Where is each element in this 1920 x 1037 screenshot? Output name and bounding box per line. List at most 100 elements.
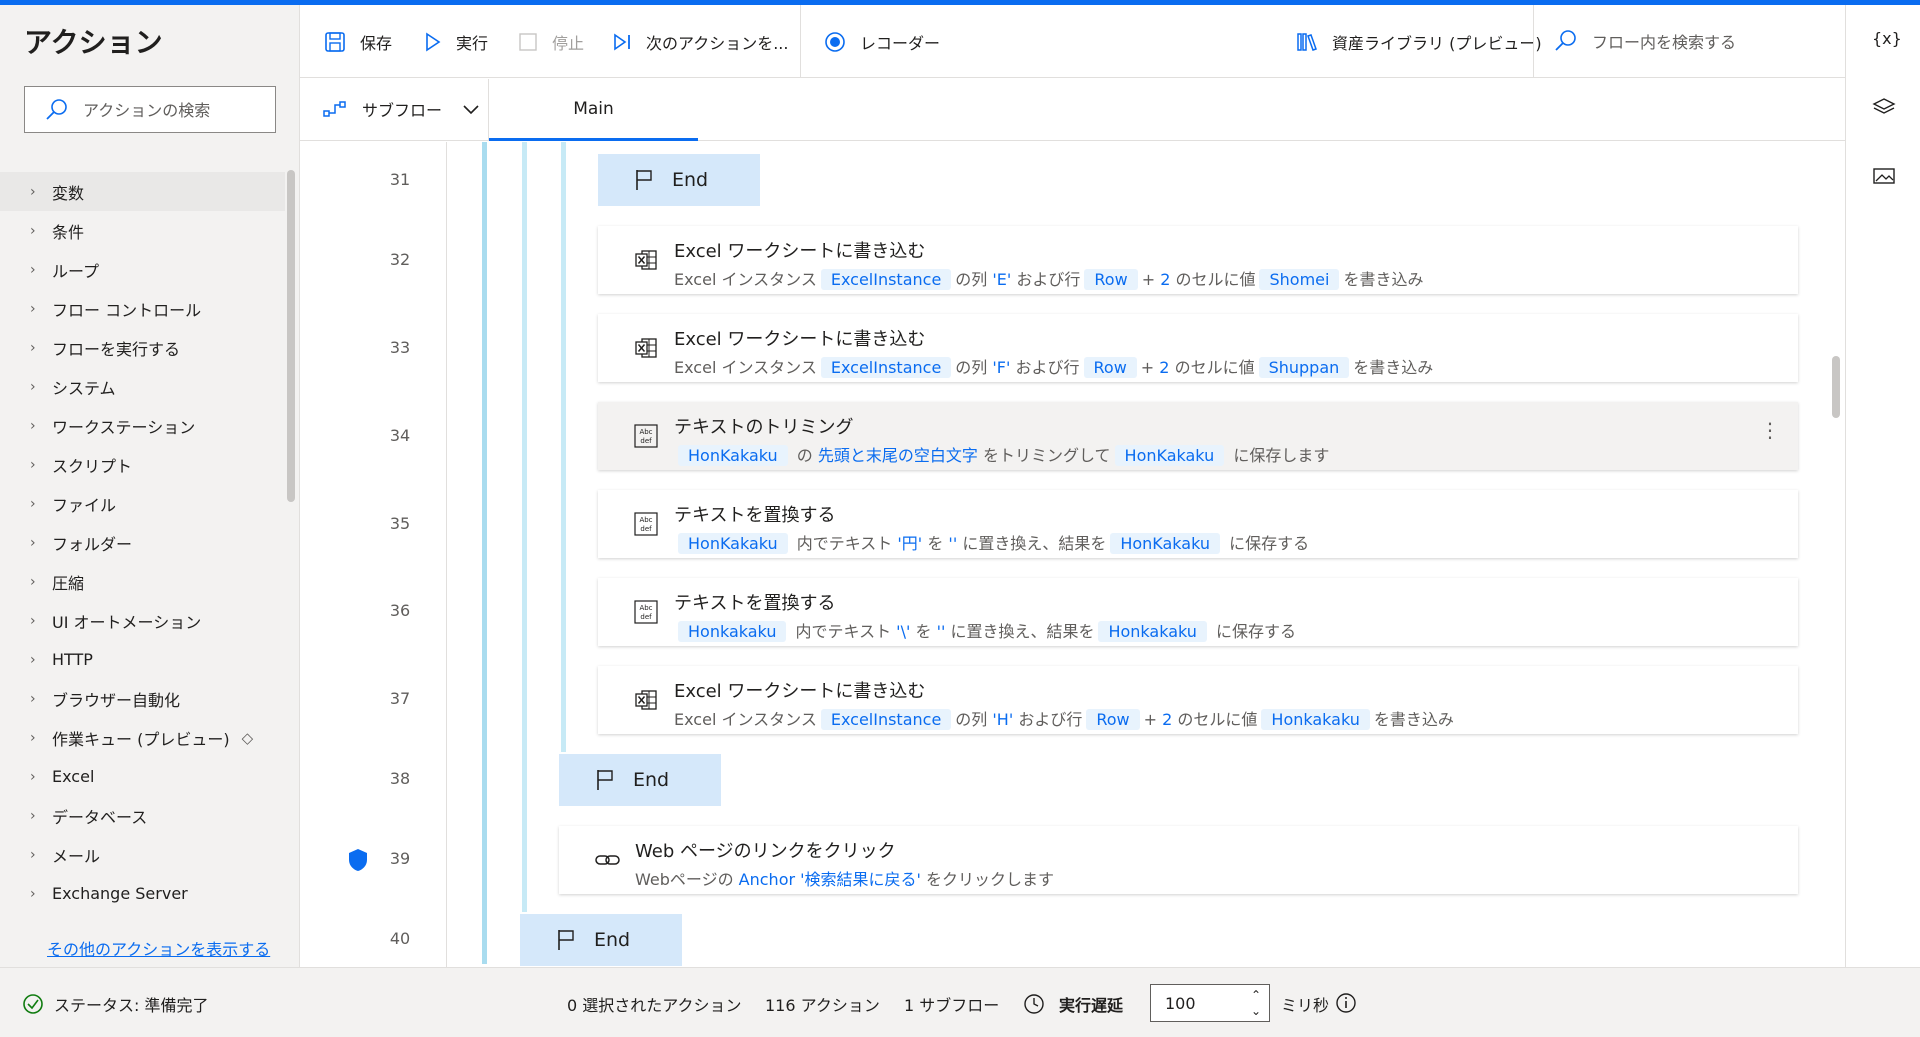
svg-text:def: def [640, 437, 652, 445]
run-label: 実行 [456, 34, 489, 53]
svg-text:Abc: Abc [639, 604, 652, 612]
clock-icon [1023, 993, 1045, 1015]
excel-icon [634, 248, 658, 272]
category-workstation[interactable]: › ワークステーション [0, 406, 285, 445]
end-block[interactable]: End [520, 914, 682, 966]
variables-pane-button[interactable]: {x} [1872, 29, 1902, 48]
images-icon[interactable] [1872, 165, 1896, 191]
toolbar: 保存 実行 停止 次のアクションを... レコーダー 資産ライブラリ (プレビュ… [300, 5, 1845, 78]
variable-token: ExcelInstance [820, 357, 952, 378]
run-button[interactable]: 実行 [424, 29, 488, 55]
end-label: End [594, 929, 631, 951]
action-description: Honkakaku 内でテキスト '\' を '' に置き換え、結果を Honka… [674, 618, 1296, 642]
more-options-icon[interactable]: ⋮ [1760, 418, 1780, 442]
category-folder[interactable]: › フォルダー [0, 523, 285, 562]
category-variables[interactable]: › 変数 [0, 172, 285, 211]
nesting-indicator [482, 142, 487, 964]
category-work-queues[interactable]: › 作業キュー (プレビュー) ◇ [0, 718, 285, 757]
category-scripting[interactable]: › スクリプト [0, 445, 285, 484]
category-label: スクリプト [52, 456, 133, 476]
category-flow-control[interactable]: › フロー コントロール [0, 289, 285, 328]
end-block[interactable]: End [598, 154, 760, 206]
next-action-label: 次のアクションを... [646, 34, 789, 53]
category-excel[interactable]: › Excel [0, 757, 285, 796]
category-compression[interactable]: › 圧縮 [0, 562, 285, 601]
save-button[interactable]: 保存 [324, 29, 392, 55]
action-category-list: › 変数 › 条件 › ループ › フロー コントロール › フローを実行する › システム… [0, 172, 285, 913]
category-label: フロー コントロール [52, 300, 202, 320]
category-loops[interactable]: › ループ [0, 250, 285, 289]
check-circle-icon [22, 993, 44, 1015]
flow-search-box[interactable]: フロー内を検索する [1554, 29, 1736, 53]
status-text: ステータス: 準備完了 [54, 996, 209, 1015]
subflows-dropdown[interactable]: サブフロー [322, 97, 480, 121]
end-label: End [672, 169, 709, 191]
stop-button[interactable]: 停止 [518, 29, 584, 55]
show-more-actions-link[interactable]: その他のアクションを表示する [47, 936, 270, 960]
category-label: HTTP [52, 650, 93, 669]
action-card[interactable]: Abc def テキストを置換する Honkakaku 内でテキスト '\' を … [598, 578, 1798, 646]
category-database[interactable]: › データベース [0, 796, 285, 835]
action-card[interactable]: Excel ワークシートに書き込む Excel インスタンス ExcelInsta… [598, 666, 1798, 734]
category-label: ブラウザー自動化 [52, 690, 181, 710]
recorder-button[interactable]: レコーダー [824, 29, 940, 55]
gutter-divider [446, 142, 447, 967]
link-icon [595, 848, 620, 872]
action-title: Excel ワークシートに書き込む [674, 329, 926, 350]
line-number: 38 [389, 769, 411, 788]
action-card[interactable]: Abc def テキストを置換する HonKakaku 内でテキスト '円' を … [598, 490, 1798, 558]
tab-main[interactable]: Main [489, 79, 698, 141]
action-description: Excel インスタンス ExcelInstance の列 'F' および行 Row +… [674, 357, 1434, 378]
category-browser-automation[interactable]: › ブラウザー自動化 [0, 679, 285, 718]
action-search-input[interactable] [83, 97, 263, 123]
search-icon [45, 98, 69, 126]
chevron-right-icon: › [30, 885, 36, 902]
layers-icon[interactable] [1872, 97, 1896, 123]
category-ui-automation[interactable]: › UI オートメーション [0, 601, 285, 640]
action-card[interactable]: Web ページのリンクをクリック Webページの Anchor '検索結果に戻る… [559, 826, 1798, 894]
nesting-indicator [522, 142, 527, 912]
chevron-right-icon: › [30, 183, 36, 200]
run-delay-input[interactable]: 100 ⌃ ⌄ [1150, 984, 1270, 1022]
run-delay-label: 実行遅延 [1023, 992, 1123, 1016]
next-action-button[interactable]: 次のアクションを... [612, 29, 788, 55]
spinner-arrows-icon[interactable]: ⌃ ⌄ [1251, 987, 1261, 1019]
step-next-icon [612, 32, 632, 52]
category-label: ワークステーション [52, 417, 196, 437]
save-label: 保存 [360, 34, 393, 53]
chevron-right-icon: › [30, 339, 36, 356]
actions-panel-scrollbar[interactable] [287, 170, 295, 502]
category-file[interactable]: › ファイル [0, 484, 285, 523]
subflow-tab-bar: サブフロー Main [300, 79, 1845, 141]
category-email[interactable]: › メール [0, 835, 285, 874]
end-block[interactable]: End [559, 754, 721, 806]
category-exchange-server[interactable]: › Exchange Server [0, 874, 285, 913]
toolbar-divider [800, 5, 801, 78]
info-icon[interactable] [1335, 992, 1357, 1014]
action-card[interactable]: Excel ワークシートに書き込む Excel インスタンス ExcelInsta… [598, 314, 1798, 382]
action-search-box[interactable] [24, 86, 276, 133]
action-card-selected[interactable]: Abc def テキストのトリミング HonKakaku の 先頭と末尾の空白文字… [598, 402, 1798, 470]
category-label: データベース [52, 807, 148, 827]
right-rail: {x} [1845, 5, 1920, 967]
asset-library-button[interactable]: 資産ライブラリ (プレビュー) [1296, 29, 1542, 55]
category-conditions[interactable]: › 条件 [0, 211, 285, 250]
category-system[interactable]: › システム [0, 367, 285, 406]
shield-icon [347, 848, 369, 876]
subflow-count: 1 サブフロー [904, 996, 1000, 1015]
category-label: フォルダー [52, 534, 133, 554]
line-number: 39 [389, 849, 411, 868]
category-run-flow[interactable]: › フローを実行する [0, 328, 285, 367]
variable-token: HonKakaku [678, 533, 788, 554]
category-http[interactable]: › HTTP [0, 640, 285, 679]
chevron-down-icon [462, 100, 480, 119]
variable-token: Honkakaku [678, 621, 787, 642]
action-card[interactable]: Excel ワークシートに書き込む Excel インスタンス ExcelInsta… [598, 226, 1798, 294]
line-number: 32 [389, 250, 411, 269]
action-description: HonKakaku の 先頭と末尾の空白文字 をトリミングして HonKakaku… [674, 442, 1329, 466]
category-label: ループ [52, 261, 100, 281]
editor-scrollbar[interactable] [1832, 356, 1840, 418]
line-number: 34 [389, 426, 411, 445]
selected-actions-count: 0 選択されたアクション [567, 996, 742, 1015]
category-label: メール [52, 846, 101, 866]
